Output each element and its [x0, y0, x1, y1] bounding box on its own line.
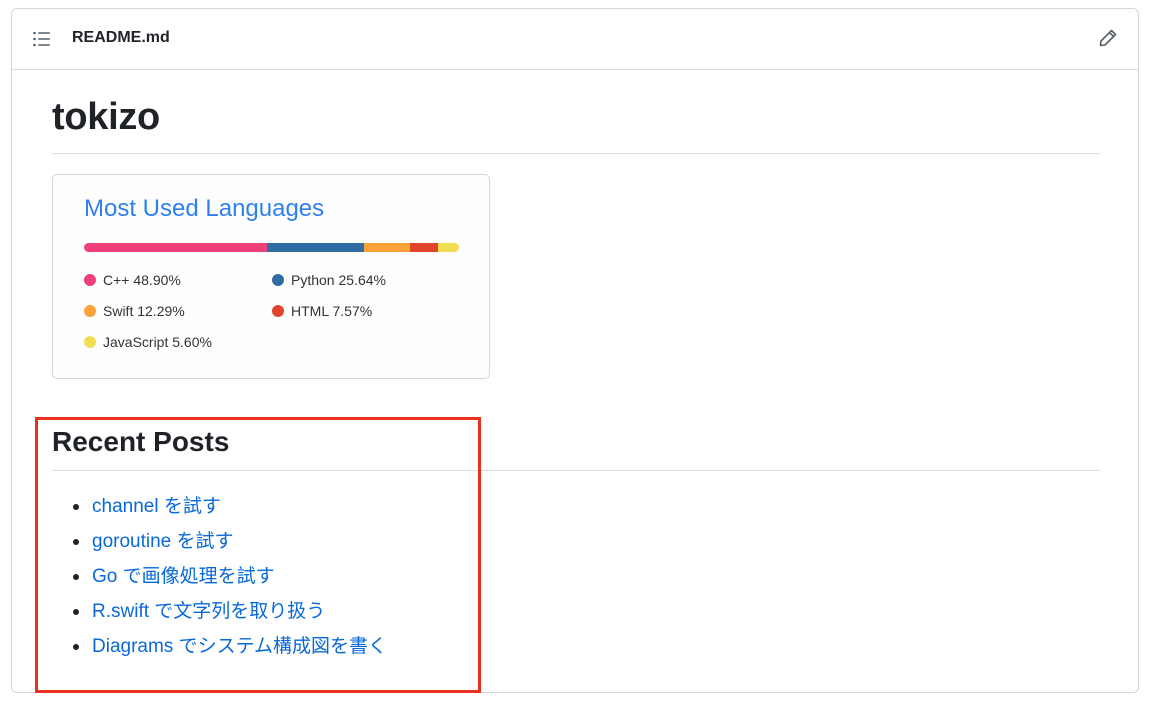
languages-bar-segment-swift [363, 243, 410, 252]
languages-bar-segment-c [84, 243, 268, 252]
page-title: tokizo [52, 69, 1100, 154]
list-item: Go で画像処理を試す [72, 559, 387, 594]
languages-progress-bar [84, 243, 459, 252]
language-legend-label: JavaScript 5.60% [103, 334, 212, 350]
languages-legend: C++ 48.90% Python 25.64% Swift 12.29% HTML … [84, 271, 464, 351]
languages-card-title: Most Used Languages [84, 195, 325, 222]
language-legend-item: JavaScript 5.60% [84, 333, 272, 351]
list-item: Diagrams でシステム構成図を書く [72, 629, 387, 664]
list-item: goroutine を試す [72, 524, 387, 559]
languages-bar-segment-python [267, 243, 364, 252]
language-color-dot-icon [272, 274, 284, 286]
recent-post-link[interactable]: Diagrams でシステム構成図を書く [92, 636, 387, 657]
language-legend-label: Swift 12.29% [103, 303, 185, 319]
language-legend-item: Python 25.64% [272, 271, 460, 289]
language-color-dot-icon [84, 274, 96, 286]
language-legend-label: C++ 48.90% [103, 272, 181, 288]
recent-post-link[interactable]: channel を試す [92, 496, 221, 517]
readme-filename: README.md [72, 29, 170, 46]
recent-post-link[interactable]: Go で画像処理を試す [92, 566, 275, 587]
language-legend-label: HTML 7.57% [291, 303, 373, 319]
language-color-dot-icon [272, 305, 284, 317]
language-legend-label: Python 25.64% [291, 272, 386, 288]
list-item: channel を試す [72, 489, 387, 524]
language-legend-item: Swift 12.29% [84, 302, 272, 320]
most-used-languages-card: Most Used Languages C++ 48.90% Python 25.… [52, 174, 490, 379]
list-item: R.swift で文字列を取り扱う [72, 594, 387, 629]
pencil-icon[interactable] [1098, 28, 1118, 48]
language-color-dot-icon [84, 336, 96, 348]
list-unordered-icon[interactable] [32, 30, 52, 48]
recent-post-link[interactable]: R.swift で文字列を取り扱う [92, 601, 325, 622]
language-legend-item: HTML 7.57% [272, 302, 460, 320]
languages-bar-segment-javascript [437, 243, 459, 252]
language-legend-item: C++ 48.90% [84, 271, 272, 289]
readme-container: README.md tokizo Most Used Languages C++… [11, 8, 1139, 693]
readme-header: README.md [12, 9, 1138, 70]
recent-posts-heading: Recent Posts [52, 424, 1100, 471]
recent-posts-list: channel を試す goroutine を試す Go で画像処理を試す R.swi… [52, 489, 387, 664]
languages-bar-segment-html [409, 243, 438, 252]
recent-post-link[interactable]: goroutine を試す [92, 531, 234, 552]
readme-content: tokizo Most Used Languages C++ 48.90% Pyt… [52, 69, 1100, 657]
language-color-dot-icon [84, 305, 96, 317]
